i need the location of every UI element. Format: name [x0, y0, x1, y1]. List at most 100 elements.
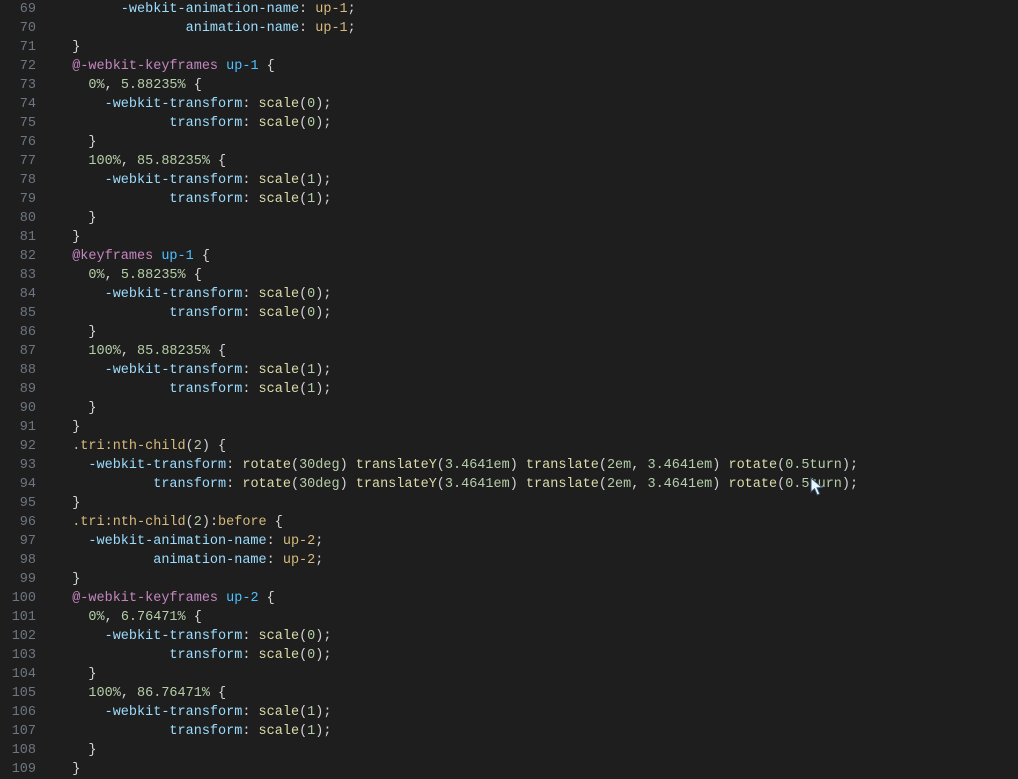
code-line[interactable]: 0%, 6.76471% { [56, 608, 858, 627]
token-pun: , [105, 78, 121, 93]
token-fn: scale [259, 97, 300, 112]
code-line[interactable]: } [56, 665, 858, 684]
token-pun: : [242, 382, 258, 397]
token-sel: .tri:nth-child [72, 515, 185, 530]
code-line[interactable]: .tri:nth-child(2) { [56, 437, 858, 456]
line-number: 70 [0, 19, 36, 38]
token-fn: scale [259, 192, 300, 207]
token-num: 3.4641em [647, 477, 712, 492]
code-line[interactable]: 100%, 86.76471% { [56, 684, 858, 703]
token-pun: } [56, 40, 80, 55]
code-editor[interactable]: 6970717273747576777879808182838485868788… [0, 0, 1018, 771]
line-number: 76 [0, 133, 36, 152]
token-pun: : [299, 2, 315, 17]
code-line[interactable]: } [56, 323, 858, 342]
code-line[interactable]: } [56, 228, 858, 247]
token-pun: } [56, 743, 97, 758]
token-pun: : [242, 648, 258, 663]
code-line[interactable]: 0%, 5.88235% { [56, 76, 858, 95]
code-line[interactable]: @keyframes up-1 { [56, 247, 858, 266]
token-pun: ( [291, 458, 299, 473]
token-pun: ); [315, 306, 331, 321]
code-area[interactable]: -webkit-animation-name: up-1; animation-… [44, 0, 858, 771]
token-fn: scale [259, 705, 300, 720]
token-sel: up-1 [315, 2, 347, 17]
line-number: 106 [0, 703, 36, 722]
code-line[interactable]: transform: scale(0); [56, 114, 858, 133]
code-line[interactable]: 100%, 85.88235% { [56, 152, 858, 171]
token-prop: -webkit-transform [88, 458, 226, 473]
code-line[interactable]: transform: scale(1); [56, 190, 858, 209]
token-sel: up-2 [283, 553, 315, 568]
token-prop: transform [169, 648, 242, 663]
code-line[interactable]: } [56, 570, 858, 589]
code-line[interactable]: transform: scale(0); [56, 646, 858, 665]
code-line[interactable]: 0%, 5.88235% { [56, 266, 858, 285]
line-number: 80 [0, 209, 36, 228]
token-pun: ( [299, 116, 307, 131]
code-line[interactable]: } [56, 494, 858, 513]
token-pun [56, 553, 153, 568]
code-line[interactable]: } [56, 38, 858, 57]
line-number: 108 [0, 741, 36, 760]
token-pun [56, 705, 105, 720]
token-pun: ) { [202, 439, 226, 454]
code-line[interactable]: animation-name: up-2; [56, 551, 858, 570]
token-num: 85.88235% [137, 344, 210, 359]
code-line[interactable]: transform: scale(1); [56, 380, 858, 399]
line-number: 107 [0, 722, 36, 741]
token-num: 2 [194, 439, 202, 454]
token-fn: rotate [728, 458, 777, 473]
token-pun: ; [315, 553, 323, 568]
line-number: 69 [0, 0, 36, 19]
token-pun: ): [202, 515, 218, 530]
token-pun [56, 458, 88, 473]
token-pun [218, 591, 226, 606]
token-pun: ); [315, 724, 331, 739]
code-line[interactable]: -webkit-transform: scale(0); [56, 627, 858, 646]
token-pun: ( [186, 515, 194, 530]
code-line[interactable]: } [56, 418, 858, 437]
code-line[interactable]: animation-name: up-1; [56, 19, 858, 38]
token-pun: { [210, 686, 226, 701]
code-line[interactable]: } [56, 760, 858, 779]
code-line[interactable]: -webkit-transform: scale(1); [56, 361, 858, 380]
code-line[interactable]: -webkit-animation-name: up-2; [56, 532, 858, 551]
code-line[interactable]: } [56, 741, 858, 760]
code-line[interactable]: -webkit-transform: scale(0); [56, 95, 858, 114]
code-line[interactable]: } [56, 133, 858, 152]
line-number: 83 [0, 266, 36, 285]
code-line[interactable]: -webkit-animation-name: up-1; [56, 0, 858, 19]
code-line[interactable]: -webkit-transform: scale(1); [56, 703, 858, 722]
token-prop: transform [169, 306, 242, 321]
line-number: 102 [0, 627, 36, 646]
token-pun: ( [299, 287, 307, 302]
line-number: 103 [0, 646, 36, 665]
token-pun: ) [340, 458, 356, 473]
line-number-gutter: 6970717273747576777879808182838485868788… [0, 0, 44, 771]
token-pun: ); [842, 458, 858, 473]
code-line[interactable]: transform: scale(1); [56, 722, 858, 741]
token-pun [56, 724, 169, 739]
code-line[interactable]: @-webkit-keyframes up-2 { [56, 589, 858, 608]
token-pun [56, 306, 169, 321]
line-number: 95 [0, 494, 36, 513]
code-line[interactable]: } [56, 399, 858, 418]
code-line[interactable]: -webkit-transform: rotate(30deg) transla… [56, 456, 858, 475]
line-number: 77 [0, 152, 36, 171]
code-line[interactable]: transform: rotate(30deg) translateY(3.46… [56, 475, 858, 494]
code-line[interactable]: transform: scale(0); [56, 304, 858, 323]
token-pun: { [186, 268, 202, 283]
token-kfn: up-1 [161, 249, 193, 264]
line-number: 94 [0, 475, 36, 494]
code-line[interactable]: } [56, 209, 858, 228]
code-line[interactable]: -webkit-transform: scale(0); [56, 285, 858, 304]
token-pun: , [121, 344, 137, 359]
line-number: 88 [0, 361, 36, 380]
code-line[interactable]: @-webkit-keyframes up-1 { [56, 57, 858, 76]
code-line[interactable]: .tri:nth-child(2):before { [56, 513, 858, 532]
token-pun: : [242, 363, 258, 378]
token-pun: : [242, 705, 258, 720]
code-line[interactable]: 100%, 85.88235% { [56, 342, 858, 361]
code-line[interactable]: -webkit-transform: scale(1); [56, 171, 858, 190]
